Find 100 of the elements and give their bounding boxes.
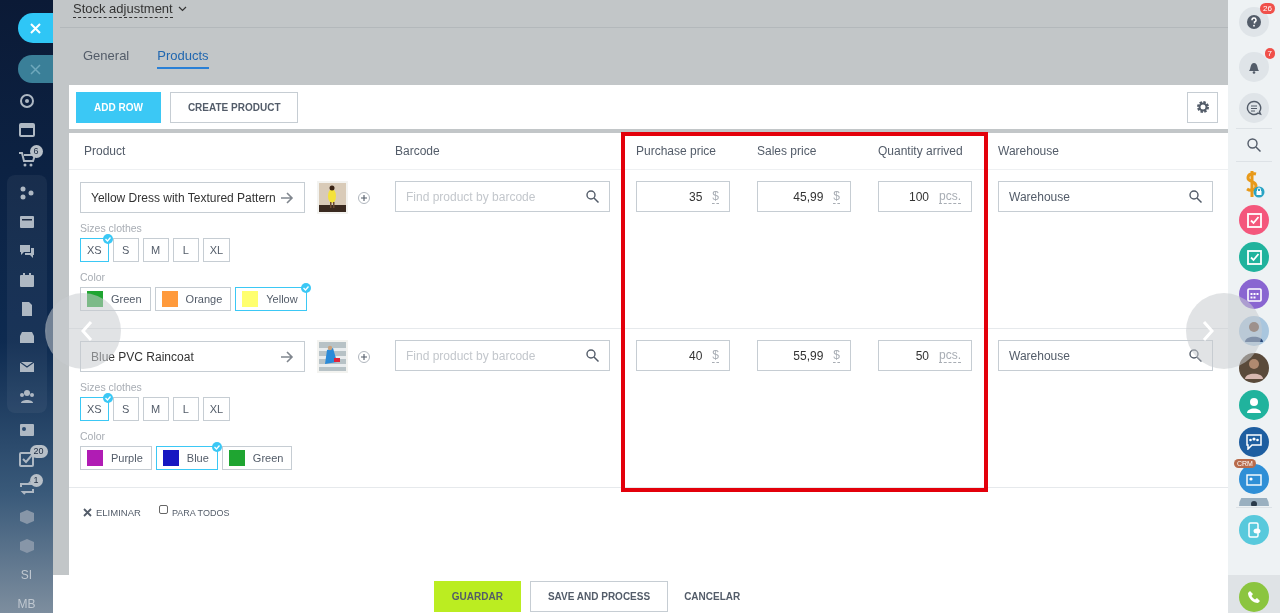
checkbox[interactable]	[158, 504, 168, 514]
size-option[interactable]: L	[172, 238, 199, 262]
group-chat-button[interactable]	[1239, 427, 1269, 457]
window-icon[interactable]	[18, 121, 35, 138]
check-icon	[300, 283, 311, 293]
phone-icon	[1247, 589, 1261, 604]
search-icon[interactable]	[586, 190, 599, 203]
size-option[interactable]: L	[172, 397, 199, 421]
person-icon	[1244, 357, 1264, 379]
check-icon	[211, 442, 222, 452]
plus-icon[interactable]	[358, 350, 370, 363]
close-icon	[30, 63, 41, 75]
calendar-icon[interactable]	[18, 271, 35, 288]
size-option[interactable]: S	[112, 397, 139, 421]
chat-icon[interactable]	[18, 242, 35, 259]
quantity-field[interactable]: 100 pcs.	[878, 181, 972, 212]
product-field[interactable]: Blue PVC Raincoat	[80, 341, 305, 372]
arrow-icon[interactable]	[281, 191, 294, 204]
search-icon[interactable]	[1189, 349, 1202, 362]
chevron-left-icon	[81, 320, 93, 342]
quantity-field[interactable]: 50 pcs.	[878, 340, 972, 371]
crm-button[interactable]	[1239, 464, 1269, 494]
count-badge: 1	[29, 474, 43, 487]
save-button[interactable]: GUARDAR	[433, 581, 521, 612]
user-avatar[interactable]	[1239, 353, 1269, 383]
check-icon	[102, 393, 113, 403]
price-field[interactable]: 55,99 $	[757, 340, 851, 371]
column-header: Quantity arrived	[878, 144, 964, 158]
check-icon	[102, 234, 113, 244]
count-badge: 6	[29, 145, 43, 158]
arrow-icon[interactable]	[281, 350, 294, 363]
card-icon[interactable]	[18, 213, 35, 230]
tab[interactable]: General	[83, 44, 130, 69]
size-option[interactable]: M	[142, 238, 169, 262]
size-option[interactable]: M	[142, 397, 169, 421]
search-icon[interactable]	[1247, 138, 1261, 152]
save-and-process-button[interactable]: SAVE AND PROCESS	[529, 581, 669, 612]
plus-icon[interactable]	[358, 191, 370, 204]
chat-icon	[1246, 100, 1262, 116]
document-title[interactable]: Stock adjustment	[73, 1, 173, 18]
question-icon	[1247, 15, 1261, 29]
calendar-icon	[1246, 286, 1262, 302]
id-card-icon[interactable]	[18, 421, 35, 438]
people-icon	[1245, 434, 1263, 450]
delete-button[interactable]: ELIMINAR	[83, 507, 141, 518]
chevron-icon[interactable]	[177, 6, 187, 12]
warehouse-field[interactable]: Warehouse	[998, 340, 1213, 371]
field-label: Color	[80, 430, 107, 442]
size-option[interactable]: XL	[202, 397, 231, 421]
notifications-button[interactable]	[1239, 52, 1269, 82]
nodes-icon[interactable]	[18, 184, 35, 201]
price-field[interactable]: 40 $	[636, 340, 730, 371]
price-field[interactable]: 45,99 $	[757, 181, 851, 212]
field-label: Color	[80, 271, 107, 283]
price-field[interactable]: 35 $	[636, 181, 730, 212]
tasks-button[interactable]	[1239, 205, 1269, 235]
create-product-button[interactable]: CREATE PRODUCT	[169, 91, 299, 123]
target-icon[interactable]	[18, 92, 35, 109]
cancel-button[interactable]: CANCELAR	[677, 581, 748, 612]
search-icon[interactable]	[1189, 190, 1202, 203]
close-icon	[83, 508, 92, 517]
settings-icon	[1195, 100, 1210, 114]
phone-icon	[1247, 522, 1261, 538]
color-option[interactable]: Green	[80, 287, 151, 311]
checkbox-label[interactable]: PARA TODOS	[171, 507, 230, 518]
column-header: Warehouse	[998, 144, 1060, 158]
count-badge: 20	[29, 445, 48, 458]
user-avatar[interactable]	[1239, 498, 1269, 506]
cart-icon[interactable]	[18, 150, 35, 167]
calendar-button[interactable]	[1239, 279, 1269, 309]
color-option[interactable]: Purple	[80, 446, 152, 470]
column-header: Sales price	[757, 144, 818, 158]
count-badge: 7	[1264, 48, 1275, 59]
size-option[interactable]: S	[112, 238, 139, 262]
chevron-right-icon	[1202, 320, 1214, 342]
settings-button[interactable]	[1187, 91, 1218, 123]
size-option[interactable]: XL	[202, 238, 231, 262]
contact-card-icon	[1246, 472, 1262, 486]
contact-button[interactable]	[1239, 390, 1269, 420]
warehouse-field[interactable]: Warehouse	[998, 181, 1213, 212]
column-header: Product	[83, 144, 127, 158]
checkbox-icon[interactable]	[18, 450, 35, 467]
close-icon	[30, 22, 41, 34]
product-field[interactable]: Yellow Dress with Textured Pattern	[80, 182, 305, 213]
task-icon	[1246, 212, 1262, 228]
search-icon[interactable]	[586, 349, 599, 362]
field-label: Sizes clothes	[80, 381, 143, 393]
chat-button[interactable]	[1239, 93, 1269, 123]
sync-icon[interactable]	[18, 479, 35, 496]
people-icon[interactable]	[18, 387, 35, 404]
task-icon	[1246, 249, 1262, 265]
field-label: Sizes clothes	[80, 222, 143, 234]
close-button[interactable]	[18, 13, 53, 43]
person-icon	[1244, 320, 1264, 342]
color-option[interactable]: Orange	[154, 287, 232, 311]
column-header: Barcode	[395, 144, 441, 158]
next-button[interactable]	[1186, 293, 1262, 369]
drawer-icon[interactable]	[18, 329, 35, 346]
color-option[interactable]: Green	[221, 446, 293, 470]
person-icon	[1246, 397, 1262, 413]
